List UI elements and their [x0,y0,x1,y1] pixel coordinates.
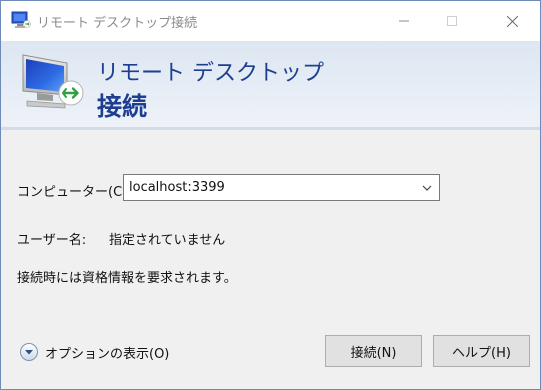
title-bar: リモート デスクトップ接続 [1,1,540,41]
remote-desktop-window: リモート デスクトップ接続 リモート デスクトップ 接続 コンピューター(C):… [0,0,541,390]
help-button[interactable]: ヘルプ(H) [433,335,530,367]
remote-desktop-icon [11,11,31,28]
close-icon [506,15,518,27]
remote-desktop-large-icon [22,54,84,109]
computer-combobox[interactable]: localhost:3399 [123,174,440,201]
banner-title-line2: 接続 [97,92,148,121]
window-title: リモート デスクトップ接続 [37,16,198,31]
maximize-button[interactable] [429,1,475,41]
connect-button[interactable]: 接続(N) [325,335,422,367]
chevron-down-icon[interactable] [421,182,433,194]
banner-title-line1: リモート デスクトップ [97,61,324,86]
computer-value[interactable]: localhost:3399 [129,180,225,195]
username-label: ユーザー名: [17,233,87,248]
username-value: 指定されていません [109,233,226,248]
maximize-icon [447,16,457,26]
expand-circle-icon[interactable] [19,342,39,362]
show-options-label[interactable]: オプションの表示(O) [45,343,169,362]
minimize-button[interactable] [381,1,427,41]
credential-note: 接続時には資格情報を要求されます。 [17,271,237,286]
minimize-icon [399,20,409,22]
banner-divider [1,127,540,130]
close-button[interactable] [489,1,535,41]
show-options-toggle[interactable]: オプションの表示(O) [19,341,169,363]
computer-label: コンピューター(C): [17,185,132,200]
